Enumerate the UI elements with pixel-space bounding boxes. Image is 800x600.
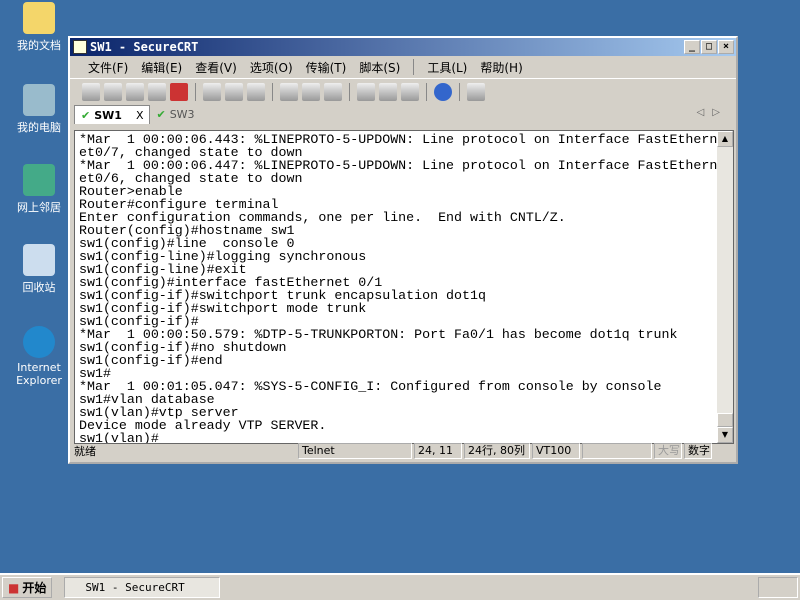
copy-icon[interactable] — [203, 82, 221, 101]
terminal-line: sw1(config-if)#end — [79, 353, 223, 368]
session-tabs: ✔ SW1 X ✔ SW3 ◁▷ — [70, 104, 736, 124]
help-icon[interactable] — [434, 82, 452, 101]
keymap-icon[interactable] — [401, 82, 419, 101]
tab-scroll-arrows[interactable]: ◁▷ — [697, 107, 728, 118]
desktop-icon-ie[interactable]: Internet Explorer — [8, 326, 70, 387]
status-num: 数字 — [684, 443, 712, 459]
status-size: 24行, 80列 — [464, 443, 530, 459]
tab-sw3[interactable]: ✔ SW3 — [150, 105, 200, 124]
print-selection-icon[interactable] — [302, 82, 320, 101]
reconnect-icon[interactable] — [148, 82, 166, 101]
network-icon — [23, 164, 55, 196]
ie-icon — [23, 326, 55, 358]
title-bar[interactable]: SW1 - SecureCRT _ □ × — [70, 38, 736, 56]
maximize-button[interactable]: □ — [701, 40, 717, 54]
taskbar-item-securecrt[interactable]: SW1 - SecureCRT — [64, 577, 221, 598]
terminal-output[interactable]: *Mar 1 00:00:06.443: %LINEPROTO-5-UPDOWN… — [75, 131, 719, 443]
status-ready: 就绪 — [74, 445, 96, 458]
windows-logo-icon: ■ — [8, 580, 20, 595]
menu-edit[interactable]: 编辑(E) — [141, 59, 182, 76]
scroll-up-icon[interactable]: ▲ — [717, 131, 733, 147]
status-caps: 大写 — [654, 443, 682, 459]
menu-file[interactable]: 文件(F) — [88, 59, 128, 76]
find-icon[interactable] — [247, 82, 265, 101]
desktop-icon-my-documents[interactable]: 我的文档 — [8, 2, 70, 53]
desktop-icon-my-computer[interactable]: 我的电脑 — [8, 84, 70, 135]
computer-icon — [23, 84, 55, 116]
menu-script[interactable]: 脚本(S) — [359, 59, 400, 76]
minimize-button[interactable]: _ — [684, 40, 700, 54]
terminal-line: Device mode already VTP SERVER. — [79, 418, 327, 433]
status-emulation: VT100 — [532, 443, 580, 459]
check-icon: ✔ — [156, 108, 166, 121]
print-screen-icon[interactable] — [280, 82, 298, 101]
app-icon — [73, 40, 87, 54]
menu-help[interactable]: 帮助(H) — [480, 59, 522, 76]
tab-close-icon[interactable]: X — [136, 109, 144, 122]
vertical-scrollbar[interactable]: ▲ ▼ — [717, 131, 733, 443]
recycle-bin-icon — [23, 244, 55, 276]
scroll-down-icon[interactable]: ▼ — [717, 427, 733, 443]
connect-tab-icon[interactable] — [126, 82, 144, 101]
session-options-icon[interactable] — [357, 82, 375, 101]
securecrt-window: SW1 - SecureCRT _ □ × 文件(F) 编辑(E) 查看(V) 选项… — [68, 36, 738, 464]
menu-separator — [413, 59, 415, 75]
taskbar: ■ 开始 SW1 - SecureCRT — [0, 573, 800, 600]
terminal[interactable]: *Mar 1 00:00:06.443: %LINEPROTO-5-UPDOWN… — [74, 130, 734, 444]
close-button[interactable]: × — [718, 40, 734, 54]
tab-sw1[interactable]: ✔ SW1 X — [74, 105, 151, 124]
print-icon[interactable] — [324, 82, 342, 101]
folder-icon — [23, 2, 55, 34]
status-cursor: 24, 11 — [414, 443, 462, 459]
desktop-icon-network[interactable]: 网上邻居 — [8, 164, 70, 215]
menu-options[interactable]: 选项(O) — [250, 59, 293, 76]
desktop-icon-recycle-bin[interactable]: 回收站 — [8, 244, 70, 295]
sftp-icon[interactable] — [467, 82, 485, 101]
check-icon: ✔ — [81, 108, 91, 122]
paste-icon[interactable] — [225, 82, 243, 101]
system-tray[interactable] — [758, 577, 798, 598]
quick-connect-icon[interactable] — [104, 82, 122, 101]
global-options-icon[interactable] — [379, 82, 397, 101]
menu-transfer[interactable]: 传输(T) — [306, 59, 347, 76]
status-bar: 就绪 Telnet 24, 11 24行, 80列 VT100 大写 数字 — [74, 442, 732, 460]
status-protocol: Telnet — [298, 443, 412, 459]
connect-icon[interactable] — [82, 82, 100, 101]
start-button[interactable]: ■ 开始 — [2, 577, 53, 598]
menu-view[interactable]: 查看(V) — [195, 59, 237, 76]
toolbar — [70, 78, 736, 104]
menu-tools[interactable]: 工具(L) — [427, 59, 467, 76]
disconnect-icon[interactable] — [170, 82, 188, 101]
status-blank — [582, 443, 652, 459]
scroll-thumb[interactable] — [717, 413, 733, 427]
menu-bar: 文件(F) 编辑(E) 查看(V) 选项(O) 传输(T) 脚本(S) 工具(L… — [70, 56, 736, 78]
